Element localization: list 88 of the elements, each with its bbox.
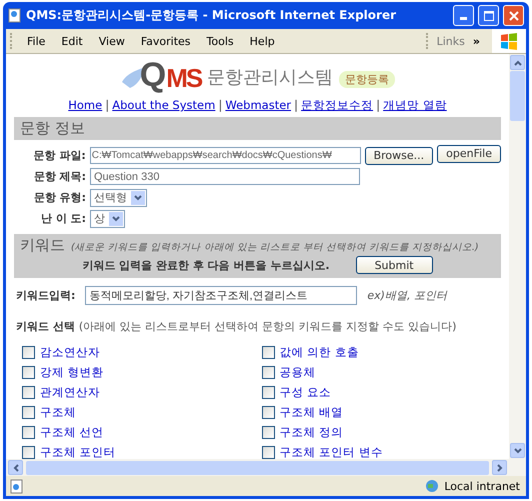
title-field[interactable]: Question 330 xyxy=(90,168,360,185)
checkbox[interactable] xyxy=(262,426,274,438)
section-title: 키워드 xyxy=(20,236,65,255)
field-label: 문항 유형: xyxy=(32,190,86,205)
keyword-option[interactable]: 공용체 xyxy=(262,364,501,380)
checkbox[interactable] xyxy=(262,346,274,358)
page-icon xyxy=(10,478,24,494)
more-links-chevron[interactable]: » xyxy=(466,34,492,48)
keyword-option[interactable]: 구조체 선언 xyxy=(22,424,262,440)
keyword-instruction: 키워드 입력을 완료한 후 다음 버튼을 누르십시오. xyxy=(82,258,330,272)
zone-label: Local intranet xyxy=(444,480,520,492)
nav-link[interactable]: 개념망 열람 xyxy=(383,98,447,113)
keyword-option[interactable]: 구조체 배열 xyxy=(262,404,501,420)
keyword-note: (새로운 키워드를 입력하거나 아래에 있는 리스트로 부터 선택하여 키워드를 지정하십시오.) xyxy=(71,241,479,254)
menu-item[interactable]: File xyxy=(19,34,54,48)
checkbox[interactable] xyxy=(262,446,274,458)
checkbox[interactable] xyxy=(262,406,274,418)
links-label[interactable]: Links xyxy=(434,34,467,48)
menu-item[interactable]: Favorites xyxy=(132,34,199,48)
minimize-button[interactable] xyxy=(453,5,474,26)
example-text: ex)배열, 포인터 xyxy=(367,288,447,303)
section-title: 문항 정보 xyxy=(20,119,86,138)
keyword-option[interactable]: 구조체 xyxy=(22,404,262,420)
keyword-option[interactable]: 구조체 포인터 xyxy=(22,444,262,459)
menu-item[interactable]: Tools xyxy=(198,34,242,48)
keyword-select-note: (아래에 있는 리스트로부터 선택하여 문항의 키워드를 지정할 수도 있습니다) xyxy=(78,319,456,334)
nav-separator: | xyxy=(376,98,380,113)
scroll-right-button[interactable] xyxy=(492,460,507,475)
checkbox[interactable] xyxy=(22,406,35,418)
scroll-up-button[interactable] xyxy=(510,55,525,70)
nav-link[interactable]: Webmaster xyxy=(225,98,292,113)
keyword-option[interactable]: 값에 의한 호출 xyxy=(262,344,501,360)
checkbox[interactable] xyxy=(22,346,35,358)
chevron-down-icon xyxy=(134,194,142,202)
checkbox[interactable] xyxy=(262,386,274,398)
submit-button[interactable]: Submit xyxy=(356,256,433,274)
scroll-down-button[interactable] xyxy=(510,443,525,458)
keyword-select-title: 키워드 선택 xyxy=(16,319,75,334)
field-label: 난 이 도: xyxy=(40,211,86,226)
chevron-down-icon xyxy=(112,214,120,222)
close-icon xyxy=(508,10,518,20)
dropdown[interactable]: 선택형 xyxy=(90,188,147,206)
nav-link[interactable]: About the System xyxy=(112,98,216,113)
field-label: 문항 파일: xyxy=(32,148,86,163)
keyword-option[interactable]: 관계연산자 xyxy=(22,384,262,400)
maximize-button[interactable] xyxy=(478,5,499,26)
dropdown[interactable]: 상 xyxy=(90,210,125,228)
scroll-left-button[interactable] xyxy=(8,460,23,475)
checkbox[interactable] xyxy=(262,366,274,378)
menu-item[interactable]: Edit xyxy=(53,34,91,48)
open-file-button[interactable]: openFile xyxy=(437,144,501,162)
chevron-right-icon xyxy=(496,464,504,472)
checkbox[interactable] xyxy=(22,386,35,398)
checkbox[interactable] xyxy=(22,426,35,438)
keyword-option[interactable]: 감소연산자 xyxy=(22,344,262,360)
chevron-down-icon xyxy=(514,446,522,454)
field-label: 키워드입력: xyxy=(16,288,76,303)
globe-icon xyxy=(424,478,440,494)
scroll-thumb[interactable] xyxy=(26,460,489,474)
scroll-thumb[interactable] xyxy=(510,71,525,121)
menu-item[interactable]: View xyxy=(90,34,133,48)
chevron-up-icon xyxy=(514,58,522,66)
keyword-option[interactable]: 구성 요소 xyxy=(262,384,501,400)
nav-link[interactable]: 문항정보수정 xyxy=(301,98,374,113)
system-name: 문항관리시스템 xyxy=(207,66,334,90)
maximize-icon xyxy=(484,10,494,20)
chevron-left-icon xyxy=(12,464,20,472)
keyword-field[interactable]: 동적메모리할당, 자기참조구조체,연결리스트 xyxy=(85,286,358,305)
nav-separator: | xyxy=(294,98,298,113)
checkbox[interactable] xyxy=(22,366,35,378)
keyword-option[interactable]: 구조체 정의 xyxy=(262,424,501,440)
page-icon xyxy=(8,8,22,23)
qms-logo: QMS xyxy=(120,58,202,92)
field-label: 문항 제목: xyxy=(32,169,86,184)
close-button[interactable] xyxy=(503,5,524,26)
keyword-option[interactable]: 강제 형변환 xyxy=(22,364,262,380)
keyword-option[interactable]: 구조체 포인터 변수 xyxy=(262,444,501,459)
menu-item[interactable]: Help xyxy=(242,34,283,48)
horizontal-scrollbar[interactable] xyxy=(6,459,526,476)
nav-separator: | xyxy=(218,98,222,113)
browse-button[interactable]: Browse... xyxy=(364,146,434,164)
nav-link[interactable]: Home xyxy=(68,98,102,113)
page-badge: 문항등록 xyxy=(339,71,396,88)
nav-separator: | xyxy=(105,98,110,113)
file-path-field[interactable]: C:₩Tomcat₩webapps₩search₩docs₩cQuestions₩ xyxy=(90,147,361,164)
checkbox[interactable] xyxy=(22,446,35,458)
window-title: QMS:문항관리시스템-문항등록 - Microsoft Internet Explorer xyxy=(26,7,398,24)
vertical-scrollbar[interactable] xyxy=(509,54,526,459)
